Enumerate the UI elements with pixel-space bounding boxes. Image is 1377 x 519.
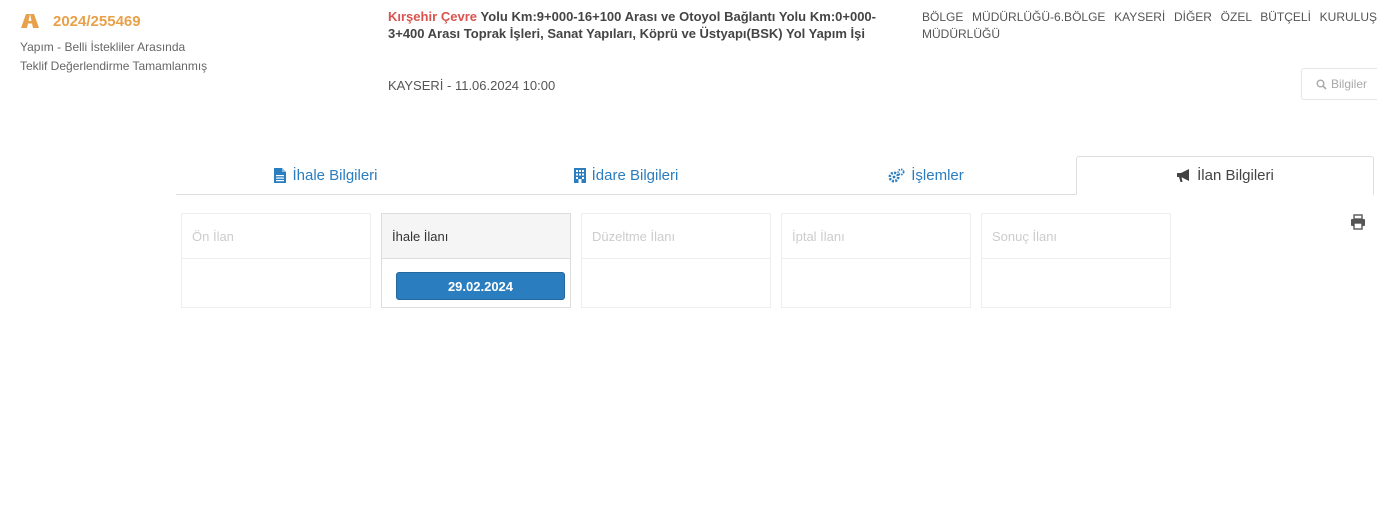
panel-duzeltme-ilani: Düzeltme İlanı xyxy=(581,213,771,308)
announcement-date-button[interactable]: 29.02.2024 xyxy=(396,272,565,300)
panel-ihale-ilani: İhale İlanı 29.02.2024 xyxy=(381,213,571,308)
panel-header: Düzeltme İlanı xyxy=(582,214,770,259)
tender-status: Yapım - Belli İstekliler Arasında Teklif… xyxy=(20,38,260,76)
tab-label: İşlemler xyxy=(911,166,964,184)
tender-stage: Teklif Değerlendirme Tamamlanmış xyxy=(20,59,208,73)
tab-bar: İhale Bilgileri İdare Bilgileri İşlemler… xyxy=(176,156,1374,195)
tender-title: Kırşehir Çevre Yolu Km:9+000-16+100 Aras… xyxy=(388,8,876,42)
tab-label: İhale Bilgileri xyxy=(292,166,378,184)
panel-on-ilan: Ön İlan xyxy=(181,213,371,308)
gears-icon xyxy=(888,168,905,182)
tab-label: İdare Bilgileri xyxy=(591,166,679,184)
building-icon xyxy=(573,167,586,183)
panel-header: İptal İlanı xyxy=(782,214,970,259)
tab-islemler[interactable]: İşlemler xyxy=(776,156,1076,194)
tab-label: İlan Bilgileri xyxy=(1197,167,1274,184)
panel-header: Sonuç İlanı xyxy=(982,214,1170,259)
megaphone-icon xyxy=(1177,169,1190,182)
tender-type: Yapım - Belli İstekliler Arasında xyxy=(20,40,186,54)
tab-ihale-bilgileri[interactable]: İhale Bilgileri xyxy=(176,156,476,194)
tender-location-date: KAYSERİ - 11.06.2024 10:00 xyxy=(388,78,556,93)
document-icon xyxy=(274,167,287,183)
info-button[interactable]: Bilgiler xyxy=(1301,68,1377,100)
panel-header: Ön İlan xyxy=(182,214,370,259)
info-button-label: Bilgiler xyxy=(1331,77,1368,91)
panel-header: İhale İlanı xyxy=(382,214,570,259)
search-icon xyxy=(1316,79,1327,90)
tender-title-city: Kırşehir Çevre xyxy=(388,9,478,24)
tab-ilan-bilgileri[interactable]: İlan Bilgileri xyxy=(1076,156,1374,195)
tender-authority: BÖLGE MÜDÜRLÜĞÜ-6.BÖLGE KAYSERİ DİĞER ÖZ… xyxy=(922,10,1377,41)
print-icon[interactable] xyxy=(1350,214,1366,230)
panel-sonuc-ilani: Sonuç İlanı xyxy=(981,213,1171,308)
tender-ikn: 2024/255469 xyxy=(53,13,141,30)
panel-iptal-ilani: İptal İlanı xyxy=(781,213,971,308)
tab-idare-bilgileri[interactable]: İdare Bilgileri xyxy=(476,156,776,194)
kik-logo-icon xyxy=(21,14,39,28)
